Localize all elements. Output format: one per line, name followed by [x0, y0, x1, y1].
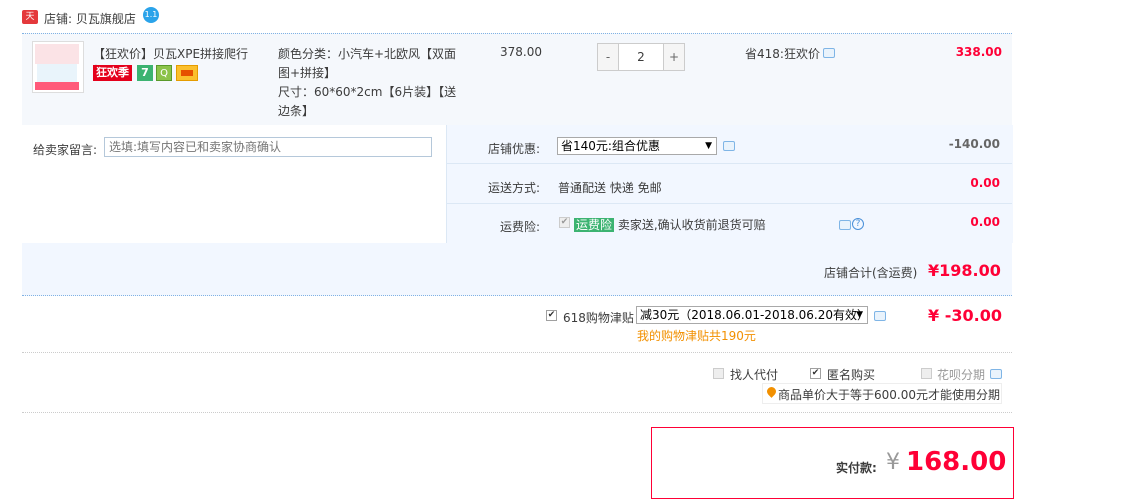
- location-pin-icon: [765, 385, 778, 398]
- seller-message-input[interactable]: [104, 137, 432, 157]
- shipping-method: 普通配送 快递 免邮: [558, 181, 662, 195]
- shop-discount-select[interactable]: 省140元:组合优惠 ▼: [557, 137, 717, 155]
- item-subtotal: 338.00: [955, 45, 1002, 59]
- sku-size: 尺寸：60*60*2cm【6片装】【送边条】: [278, 85, 457, 118]
- unit-price: 378.00: [500, 45, 542, 59]
- huabei-label[interactable]: 花呗分期: [937, 366, 985, 383]
- decrease-quantity-button[interactable]: -: [598, 44, 619, 70]
- chat-icon[interactable]: [723, 141, 735, 151]
- coupon-select[interactable]: 减30元（2018.06.01-2018.06.20有效） ▼: [636, 306, 870, 324]
- product-thumbnail[interactable]: [32, 41, 84, 93]
- huabei-checkbox[interactable]: [921, 368, 932, 379]
- insurance-tag: 运费险: [574, 218, 615, 232]
- discount-label: 店铺优惠:: [488, 142, 541, 156]
- tmall-badge: 天猫: [22, 10, 38, 36]
- seven-day-return-icon: 7: [137, 65, 153, 81]
- anonymous-checkbox[interactable]: ✔: [810, 368, 821, 379]
- coupon-note: 我的购物津贴共190元: [637, 329, 756, 343]
- currency-symbol: ¥: [886, 450, 900, 475]
- insurance-label: 运费险:: [500, 220, 541, 234]
- insurance-amount: 0.00: [970, 215, 1000, 229]
- chat-icon[interactable]: [823, 48, 835, 58]
- quantity-stepper: - 2 +: [597, 43, 685, 71]
- credit-card-icon: [176, 65, 198, 81]
- wangwang-chat-icon[interactable]: 1.1: [143, 7, 159, 23]
- coupon-checkbox[interactable]: ✔: [546, 310, 557, 321]
- chat-icon[interactable]: [990, 369, 1002, 379]
- insurance-checkbox[interactable]: ✔: [559, 217, 570, 228]
- help-icon[interactable]: ?: [852, 218, 864, 230]
- increase-quantity-button[interactable]: +: [663, 44, 684, 70]
- insurance-desc: 卖家送,确认收货前退货可赔: [617, 218, 766, 232]
- chat-icon[interactable]: [839, 220, 851, 230]
- dropdown-arrow-icon: ▼: [705, 141, 712, 151]
- payment-amount: 168.00: [906, 447, 1007, 477]
- discount-amount: -140.00: [948, 137, 1000, 151]
- installment-tip-text: 商品单价大于等于600.00元才能使用分期: [778, 388, 1000, 402]
- shipping-amount: 0.00: [970, 176, 1000, 190]
- installment-tip: 商品单价大于等于600.00元才能使用分期: [762, 383, 1002, 404]
- dropdown-arrow-icon: ▼: [856, 310, 863, 320]
- insurance-text: 运费险 卖家送,确认收货前退货可赔: [574, 216, 766, 233]
- sku-info: 颜色分类：小汽车+北欧风【双面图+拼接】 尺寸：60*60*2cm【6片装】【送…: [278, 45, 460, 121]
- shipping-label: 运送方式:: [488, 181, 541, 195]
- promo-tag: 狂欢季: [93, 65, 132, 81]
- anonymous-label[interactable]: 匿名购买: [827, 366, 875, 383]
- sku-color: 颜色分类：小汽车+北欧风【双面图+拼接】: [278, 47, 457, 80]
- message-label: 给卖家留言:: [33, 143, 98, 157]
- proxy-pay-label[interactable]: 找人代付: [730, 366, 778, 383]
- shop-subtotal-value: ¥198.00: [928, 261, 1001, 280]
- quantity-input[interactable]: 2: [619, 44, 663, 70]
- shop-subtotal-label: 店铺合计(含运费): [824, 266, 918, 280]
- shop-discount-value: 省140元:组合优惠: [561, 139, 660, 153]
- quality-icon: Q: [156, 65, 172, 81]
- shop-name[interactable]: 店铺: 贝瓦旗舰店: [44, 10, 136, 27]
- coupon-value: 减30元（2018.06.01-2018.06.20有效）: [640, 308, 870, 322]
- coupon-amount: ¥ -30.00: [928, 306, 1002, 325]
- saving-text: 省418:狂欢价: [745, 47, 820, 61]
- chat-icon[interactable]: [874, 311, 886, 321]
- payment-label: 实付款:: [836, 461, 877, 475]
- coupon-label: 618购物津贴: [563, 311, 634, 325]
- proxy-pay-checkbox[interactable]: [713, 368, 724, 379]
